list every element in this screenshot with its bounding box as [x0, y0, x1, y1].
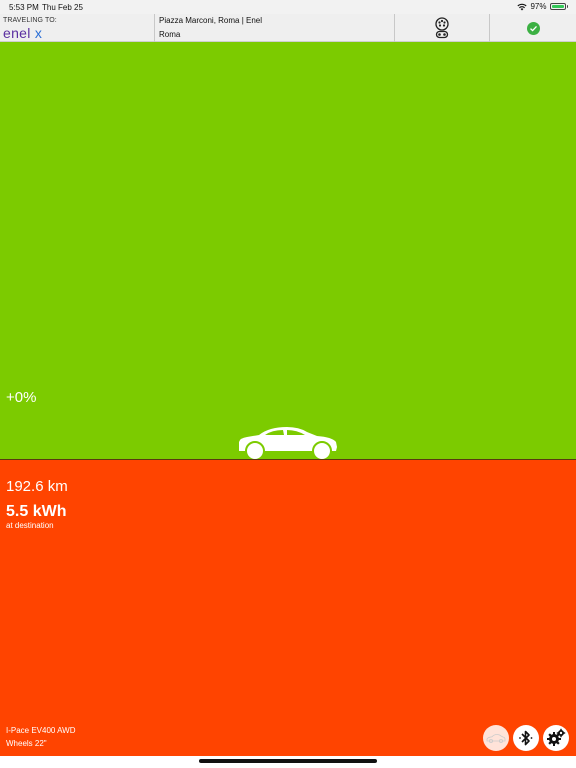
vehicle-model: I-Pace EV400 AWD [6, 726, 76, 735]
gears-icon [547, 728, 566, 746]
wheels-size: Wheels 22" [6, 739, 47, 748]
vehicle-button[interactable] [483, 725, 509, 751]
home-indicator[interactable] [199, 759, 377, 763]
brand-logo: enel x [3, 25, 42, 41]
range-panel: 192.6 km 5.5 kWh at destination I-Pace E… [0, 460, 576, 756]
settings-button[interactable] [543, 725, 569, 751]
wifi-icon [517, 3, 528, 10]
arrival-charge-panel: +0% [0, 42, 576, 460]
bluetooth-button[interactable] [513, 725, 539, 751]
status-date: Thu Feb 25 [42, 3, 83, 12]
status-right: 97% [517, 2, 568, 11]
brand-main: enel [3, 25, 31, 41]
status-time: 5:53 PM [9, 3, 39, 12]
charge-delta: +0% [6, 389, 37, 406]
distance-value: 192.6 km [6, 478, 68, 495]
car-icon [239, 427, 337, 460]
car-outline-icon [486, 734, 506, 743]
bluetooth-icon [519, 730, 533, 746]
energy-caption: at destination [6, 521, 54, 530]
battery-cap [566, 5, 568, 8]
check-circle-icon [526, 21, 540, 35]
energy-value: 5.5 kWh [6, 503, 67, 520]
destination-name: Piazza Marconi, Roma | Enel [159, 16, 263, 25]
connector-cell[interactable] [395, 14, 490, 42]
traveling-label: TRAVELING TO: [3, 17, 57, 24]
connector-plug-icon [435, 17, 449, 39]
destination-brand-cell[interactable]: TRAVELING TO: enel x [0, 14, 155, 42]
brand-x: x [34, 25, 43, 41]
status-bar: 5:53 PM Thu Feb 25 97% [0, 0, 576, 14]
destination-address-cell[interactable]: Piazza Marconi, Roma | Enel Roma [155, 14, 395, 42]
battery-fill [551, 5, 564, 8]
battery-icon [549, 3, 566, 10]
home-area [0, 756, 576, 768]
battery-percent: 97% [530, 2, 547, 11]
trip-header: TRAVELING TO: enel x Piazza Marconi, Rom… [0, 14, 576, 42]
status-cell[interactable] [490, 14, 576, 42]
destination-city: Roma [159, 30, 181, 39]
